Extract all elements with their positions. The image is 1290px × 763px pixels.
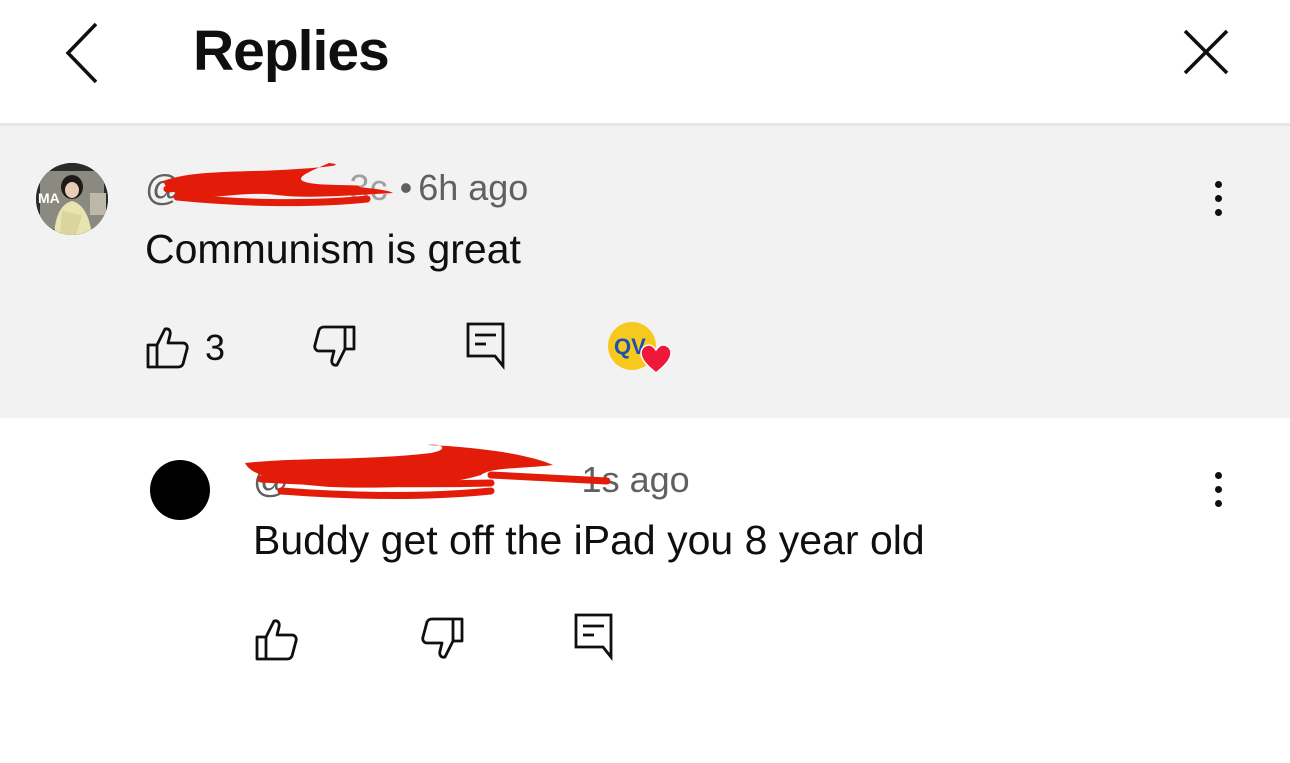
thumbs-down-icon <box>421 617 464 659</box>
creator-heart-badge: QV <box>606 320 676 380</box>
thumbs-down-icon <box>313 325 356 367</box>
reply-button[interactable] <box>574 613 614 666</box>
author-handle[interactable]: @ <box>245 444 611 501</box>
svg-text:MA: MA <box>38 190 60 206</box>
reply-comment-icon <box>466 322 505 370</box>
thumbs-up-icon <box>255 619 298 661</box>
like-button[interactable] <box>145 325 189 374</box>
thumbs-up-icon <box>146 327 189 369</box>
comment-timestamp: 6h ago <box>418 167 529 208</box>
close-icon <box>1183 29 1229 75</box>
redaction-scribble <box>245 444 611 499</box>
reply-comment-icon <box>574 613 613 661</box>
like-count: 3 <box>205 327 226 368</box>
comment-meta: @3c • 6h ago <box>145 163 529 209</box>
reply-comment: @ 1s ago Buddy get off the iPad you 8 ye… <box>0 418 1290 763</box>
comment-text: Buddy get off the iPad you 8 year old <box>253 517 925 563</box>
back-button[interactable] <box>54 18 110 88</box>
comment-text: Communism is great <box>145 226 521 272</box>
comment-timestamp: 1s ago <box>581 459 690 500</box>
more-options-button[interactable] <box>1198 174 1238 224</box>
avatar-photo-image: MA <box>36 163 108 235</box>
comment-meta: @ 1s ago <box>245 444 690 501</box>
like-button[interactable] <box>254 617 298 666</box>
page-title: Replies <box>193 19 390 83</box>
close-button[interactable] <box>1176 22 1236 82</box>
avatar[interactable]: MA <box>36 163 108 235</box>
creator-heart-icon <box>640 344 672 374</box>
dislike-button[interactable] <box>421 617 465 666</box>
parent-comment: MA @3c • 6h ago Communism is great 3 QV <box>0 126 1290 418</box>
chevron-left-icon <box>65 22 98 84</box>
avatar[interactable] <box>150 460 210 520</box>
reply-button[interactable] <box>466 322 506 375</box>
dislike-button[interactable] <box>313 325 357 374</box>
author-handle[interactable]: @3c <box>145 163 393 209</box>
header-bar: Replies <box>0 0 1290 126</box>
more-options-button[interactable] <box>1198 465 1238 515</box>
